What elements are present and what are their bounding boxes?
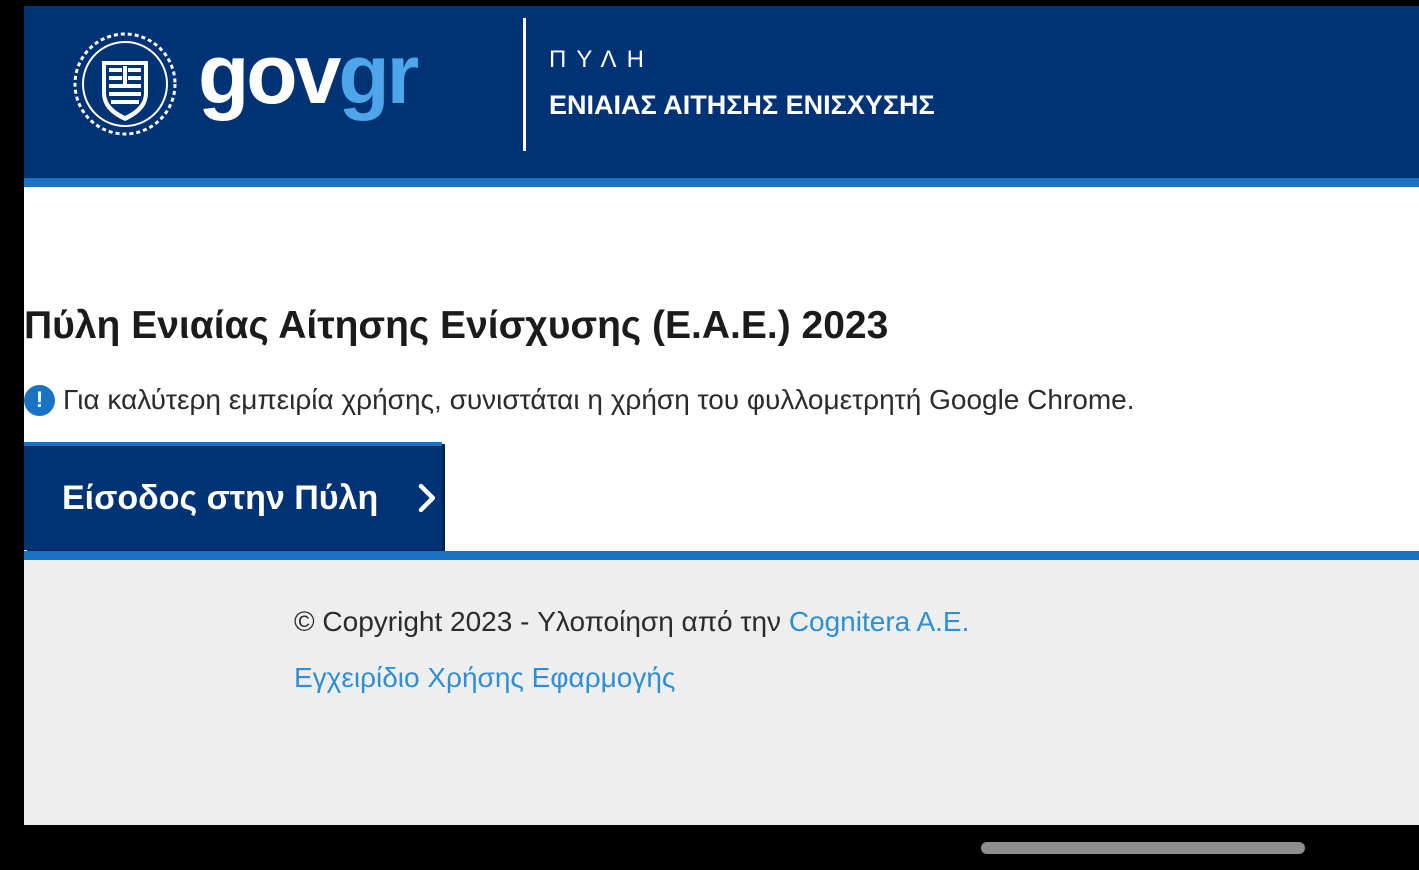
copyright-line: © Copyright 2023 - Υλοποίηση από την Cog… — [294, 606, 969, 638]
portal-title: ΕΝΙΑΙΑΣ ΑΙΤΗΣΗΣ ΕΝΙΣΧΥΣΗΣ — [549, 90, 935, 120]
enter-portal-button[interactable]: Είσοδος στην Πύλη — [24, 442, 442, 550]
logo-gr-text: gr — [338, 27, 419, 121]
browser-notice: ! Για καλύτερη εμπειρία χρήσης, συνιστάτ… — [24, 384, 1135, 416]
home-indicator[interactable] — [981, 842, 1305, 854]
user-manual-link[interactable]: Εγχειρίδιο Χρήσης Εφαρμογής — [294, 662, 675, 694]
chevron-right-icon — [418, 483, 436, 513]
logo-gov-text: gov — [198, 27, 341, 121]
header-accent-stripe — [24, 178, 1419, 187]
browser-viewport: govgr ΠΥΛΗ ΕΝΙΑΙΑΣ ΑΙΤΗΣΗΣ ΕΝΙΣΧΥΣΗΣ Πύλ… — [24, 6, 1419, 825]
site-footer: © Copyright 2023 - Υλοποίηση από την Cog… — [24, 560, 1419, 825]
portal-label: ΠΥΛΗ — [549, 46, 654, 73]
exclamation-icon: ! — [24, 384, 55, 416]
notice-text: Για καλύτερη εμπειρία χρήσης, συνιστάται… — [63, 384, 1135, 415]
copyright-text: © Copyright 2023 - Υλοποίηση από την — [294, 606, 789, 637]
greek-coat-of-arms-icon — [73, 32, 177, 136]
enter-portal-label: Είσοδος στην Πύλη — [62, 478, 379, 517]
govgr-logo[interactable]: govgr — [198, 24, 419, 124]
site-header: govgr ΠΥΛΗ ΕΝΙΑΙΑΣ ΑΙΤΗΣΗΣ ΕΝΙΣΧΥΣΗΣ — [24, 6, 1419, 178]
header-divider — [523, 18, 526, 151]
footer-accent-stripe — [24, 551, 1419, 560]
cognitera-link[interactable]: Cognitera A.E. — [789, 606, 970, 637]
page-title: Πύλη Ενιαίας Αίτησης Ενίσχυσης (Ε.Α.Ε.) … — [24, 304, 889, 347]
